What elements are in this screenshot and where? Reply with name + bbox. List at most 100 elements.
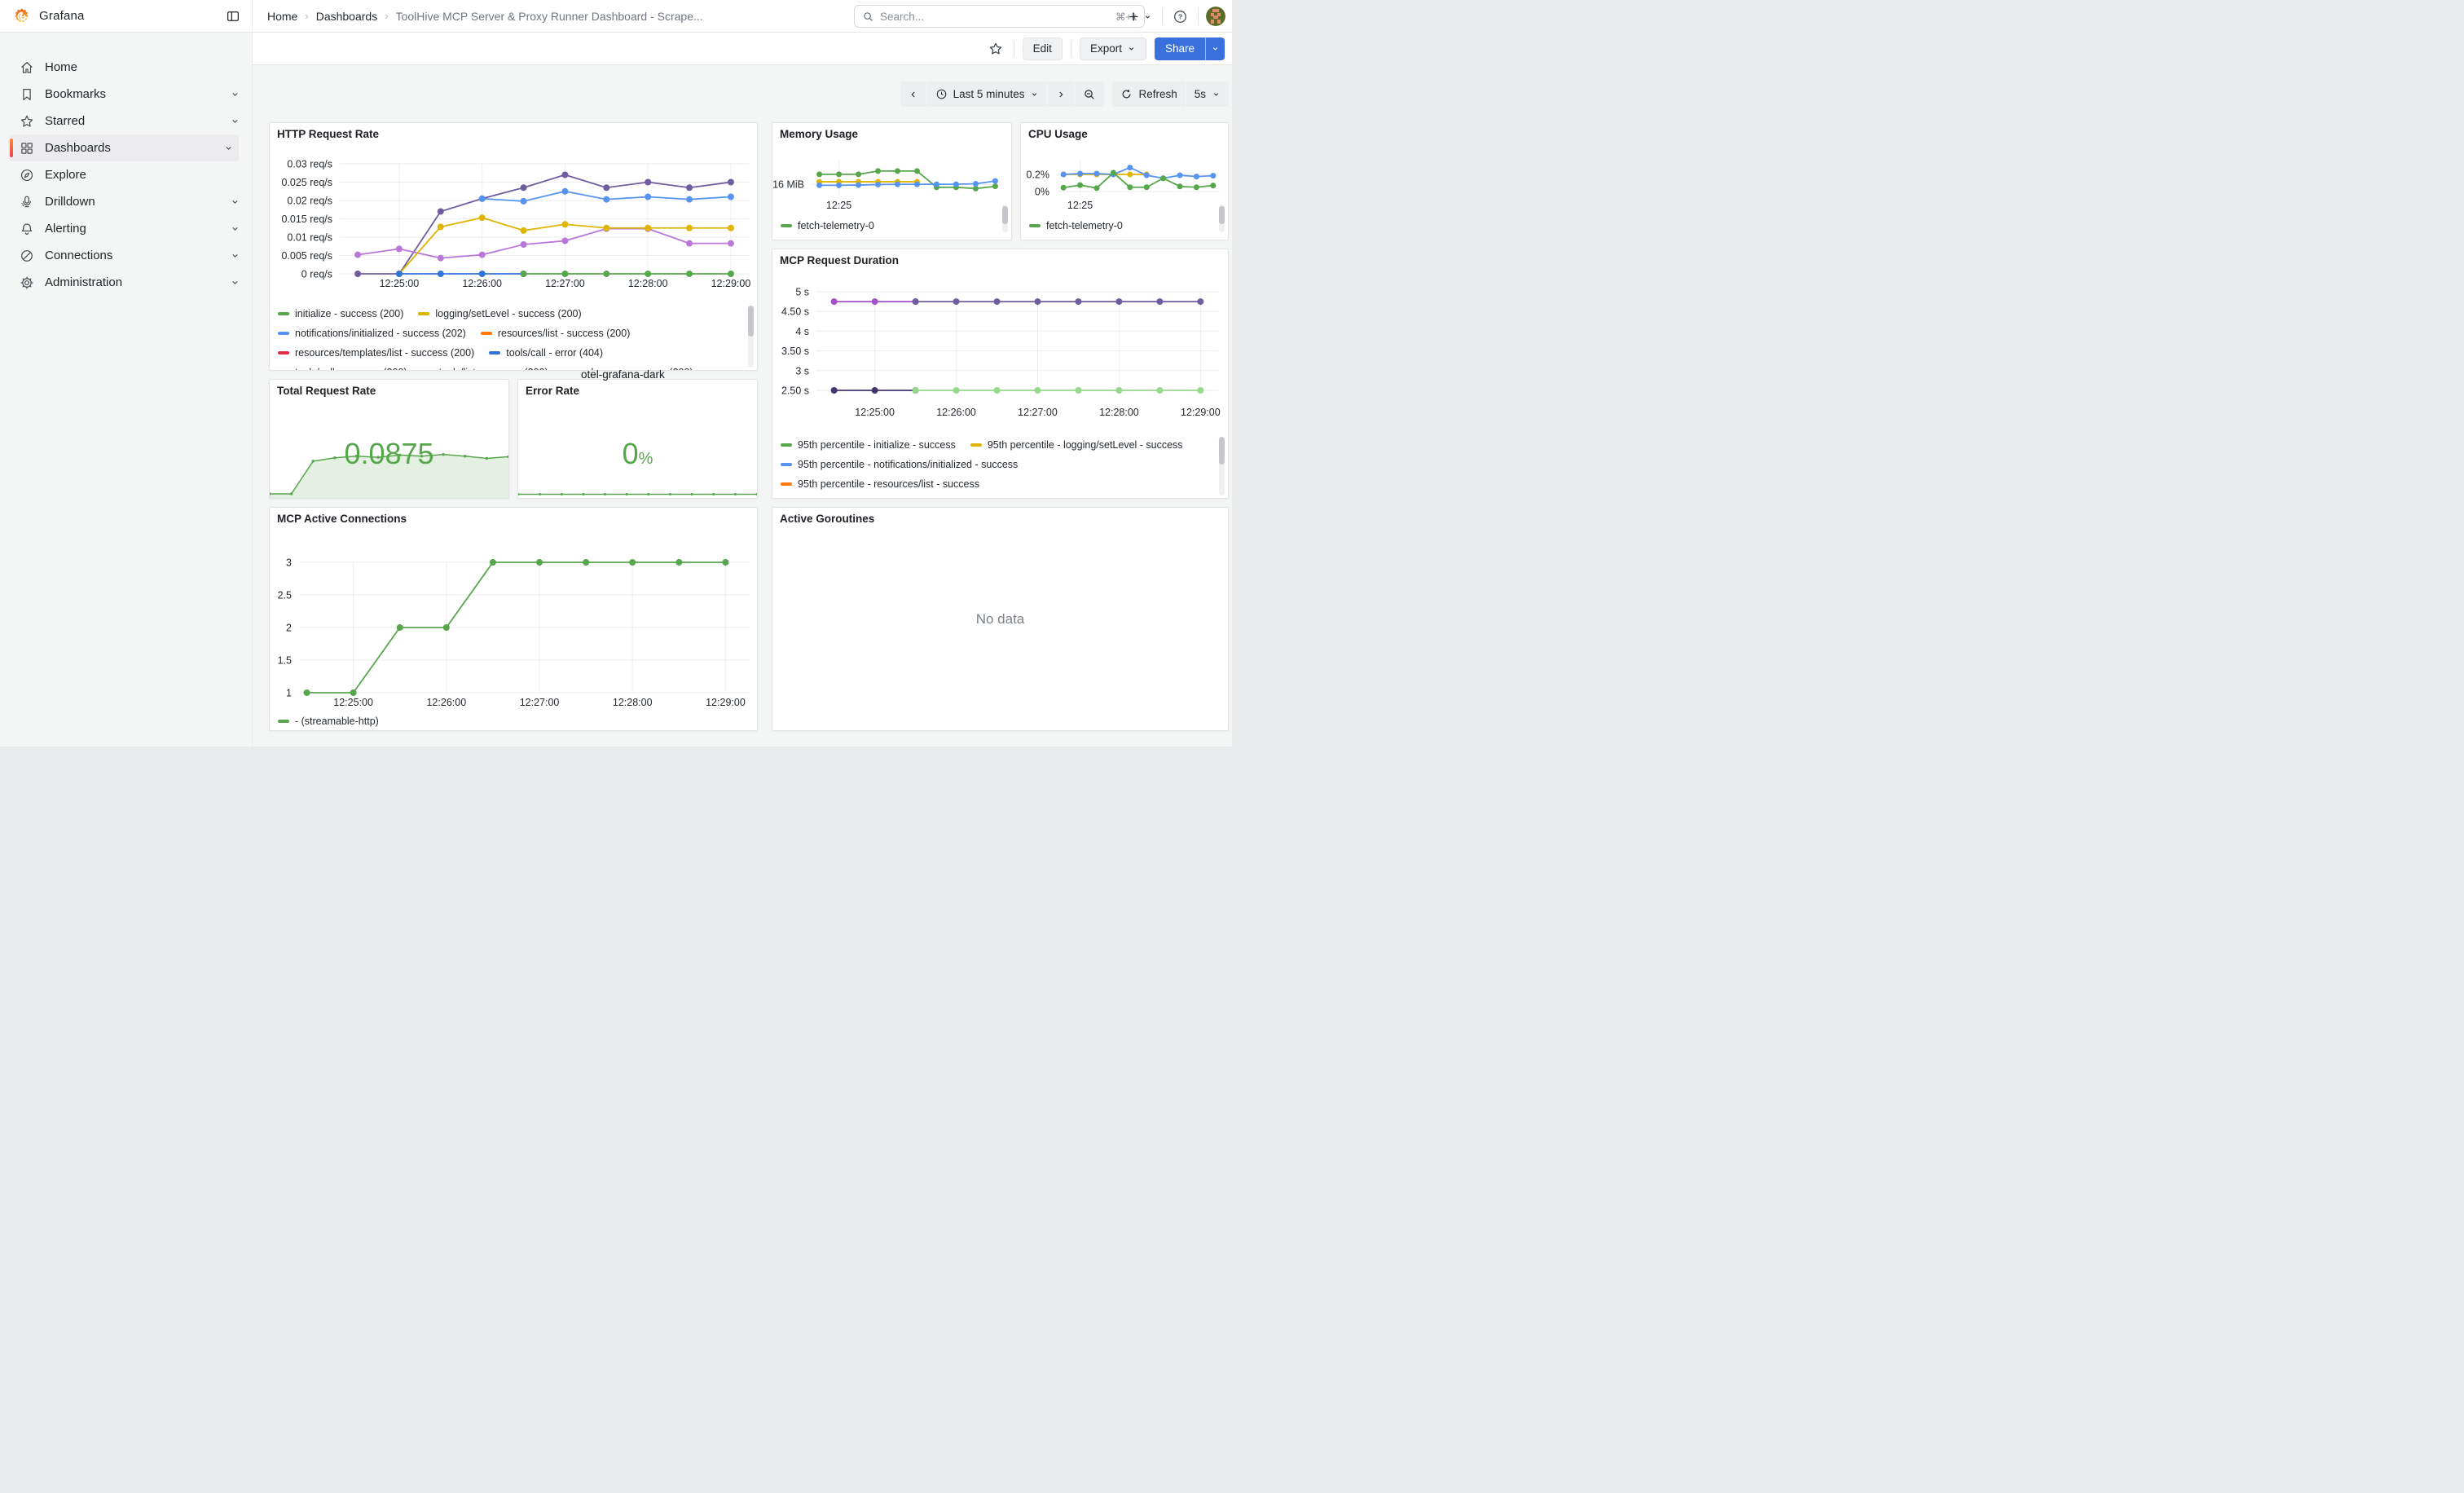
legend-swatch — [278, 312, 289, 315]
legend-item[interactable]: notifications/initialized - success (202… — [278, 328, 466, 339]
search-input[interactable]: Search... ⌘+k — [854, 5, 1145, 28]
legend-row: 95th percentile - notifications/initiali… — [781, 455, 1215, 474]
apps-icon — [20, 141, 34, 156]
refresh-interval-label: 5s — [1195, 88, 1206, 100]
legend-label: notifications/initialized - success (202… — [295, 328, 466, 339]
legend-label: 95th percentile - resources/list - succe… — [798, 478, 979, 490]
time-range-group: Last 5 minutes — [900, 81, 1105, 107]
legend-swatch — [970, 443, 982, 447]
chevron-left-icon — [909, 90, 918, 99]
sidebar-item-bookmarks[interactable]: Bookmarks — [0, 81, 252, 108]
user-avatar[interactable] — [1206, 7, 1225, 26]
legend-scrollbar-thumb[interactable] — [748, 306, 754, 337]
svg-text:1.5: 1.5 — [278, 655, 292, 667]
sidebar-item-explore[interactable]: Explore — [0, 161, 252, 188]
legend-item[interactable]: 95th percentile - logging/setLevel - suc… — [970, 439, 1183, 451]
chevron-down-icon — [230, 250, 240, 261]
svg-text:0.03 req/s: 0.03 req/s — [287, 159, 332, 170]
legend-swatch — [278, 351, 289, 355]
legend-scrollbar — [748, 306, 754, 368]
search-icon — [862, 11, 874, 23]
svg-text:0%: 0% — [1035, 187, 1049, 198]
sidebar-item-starred[interactable]: Starred — [0, 108, 252, 134]
panel-title[interactable]: CPU Usage — [1028, 128, 1088, 140]
breadcrumb-dashboards[interactable]: Dashboards — [316, 10, 378, 23]
panel-http-request-rate: HTTP Request Rate 12:25:0012:26:0012:27:… — [269, 122, 758, 371]
panel-memory-usage: Memory Usage 12:2516 MiB fetch-telemetry… — [772, 122, 1012, 240]
legend-label: resources/templates/list - success (200) — [295, 347, 474, 359]
mcp-request-duration-chart: 12:25:0012:26:0012:27:0012:28:0012:29:00… — [772, 249, 1228, 427]
sidebar-item-home[interactable]: Home — [0, 54, 252, 81]
chevron-down-icon — [230, 116, 240, 126]
brand-name[interactable]: Grafana — [39, 9, 85, 23]
favorite-star-button[interactable] — [986, 39, 1005, 59]
panel-error-rate: Error Rate 0% — [517, 379, 758, 499]
legend-item[interactable]: tools/call - error (404) — [489, 347, 603, 359]
legend-item[interactable]: 95th percentile - notifications/initiali… — [781, 459, 1018, 470]
panel-title[interactable]: HTTP Request Rate — [277, 128, 379, 140]
share-dropdown-button[interactable] — [1205, 37, 1225, 60]
panel-title[interactable]: Error Rate — [526, 385, 579, 397]
sidebar-item-alerting[interactable]: Alerting — [0, 215, 252, 242]
legend-item[interactable]: - (streamable-http) — [278, 716, 379, 727]
edit-button[interactable]: Edit — [1023, 37, 1063, 60]
svg-text:4 s: 4 s — [795, 326, 809, 337]
legend-item[interactable]: fetch-telemetry-0 — [781, 220, 874, 231]
legend-scrollbar-thumb[interactable] — [1219, 437, 1225, 465]
legend-item[interactable]: tools/list - success (200) — [422, 367, 548, 370]
panel-title[interactable]: Memory Usage — [780, 128, 858, 140]
svg-text:4.50 s: 4.50 s — [781, 306, 809, 318]
sidebar-item-drilldown[interactable]: Drilldown — [0, 188, 252, 215]
legend-item[interactable]: resources/list - success (200) — [481, 328, 631, 339]
legend-scrollbar-thumb[interactable] — [1219, 206, 1225, 224]
chevron-right-icon — [1056, 90, 1066, 99]
zoom-out-button[interactable] — [1075, 81, 1104, 107]
legend-item[interactable]: tools/call - success (200) — [278, 367, 407, 370]
legend-label: initialize - success (200) — [295, 308, 403, 319]
share-button[interactable]: Share — [1155, 37, 1205, 60]
panel-title[interactable]: Total Request Rate — [277, 385, 376, 397]
svg-text:12:28:00: 12:28:00 — [628, 278, 668, 289]
help-button[interactable]: ? — [1170, 7, 1190, 27]
total-request-rate-value: 0.0875 — [270, 437, 508, 471]
refresh-interval-picker[interactable]: 5s — [1186, 81, 1229, 107]
panel-title[interactable]: Active Goroutines — [780, 513, 874, 525]
panel-total-request-rate: Total Request Rate 0.0875 — [269, 379, 509, 499]
svg-text:3 s: 3 s — [795, 365, 809, 377]
export-button[interactable]: Export — [1080, 37, 1146, 60]
legend-item[interactable]: logging/setLevel - success (200) — [418, 308, 581, 319]
legend-item[interactable]: fetch-telemetry-0 — [1029, 220, 1123, 231]
svg-text:12:28:00: 12:28:00 — [1099, 407, 1139, 418]
legend-label: logging/setLevel - success (200) — [435, 308, 581, 319]
panel-cpu-usage: CPU Usage 12:250.2%0% fetch-telemetry-0 — [1020, 122, 1229, 240]
panel-mcp-request-duration: MCP Request Duration 12:25:0012:26:0012:… — [772, 249, 1229, 499]
legend-label: 95th percentile - logging/setLevel - suc… — [988, 439, 1183, 451]
panel-title[interactable]: MCP Active Connections — [277, 513, 407, 525]
sidebar-toggle-icon[interactable] — [226, 9, 240, 24]
add-button[interactable] — [1124, 7, 1155, 26]
breadcrumb-current[interactable]: ToolHive MCP Server & Proxy Runner Dashb… — [396, 10, 703, 23]
legend-item[interactable]: resources/templates/list - success (200) — [278, 347, 474, 359]
legend-item[interactable]: initialize - success (200) — [278, 308, 403, 319]
refresh-icon — [1120, 88, 1133, 100]
brand: Grafana — [0, 0, 253, 32]
legend-scrollbar-thumb[interactable] — [1002, 206, 1008, 224]
grafana-logo-icon[interactable] — [13, 7, 31, 25]
panel-title[interactable]: MCP Request Duration — [780, 254, 899, 266]
sidebar-item-connections[interactable]: Connections — [0, 242, 252, 269]
zoom-out-icon — [1083, 88, 1096, 101]
sidebar-item-dashboards[interactable]: Dashboards — [10, 134, 239, 161]
legend-item[interactable]: 95th percentile - resources/list - succe… — [781, 478, 979, 490]
question-circle-icon: ? — [1173, 9, 1188, 24]
time-range-picker[interactable]: Last 5 minutes — [927, 81, 1048, 107]
svg-text:3.50 s: 3.50 s — [781, 346, 809, 357]
refresh-button[interactable]: Refresh — [1112, 81, 1185, 107]
breadcrumb-home[interactable]: Home — [267, 10, 297, 23]
time-back-button[interactable] — [900, 81, 926, 107]
sidebar-item-administration[interactable]: Administration — [0, 269, 252, 296]
legend-item[interactable]: 95th percentile - initialize - success — [781, 439, 956, 451]
time-forward-button[interactable] — [1048, 81, 1074, 107]
svg-text:0 req/s: 0 req/s — [301, 269, 332, 280]
divider — [1198, 8, 1199, 24]
legend-row: fetch-telemetry-0 — [781, 216, 998, 236]
